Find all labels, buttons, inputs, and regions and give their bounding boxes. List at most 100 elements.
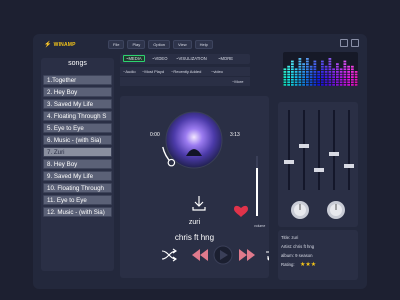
song-list-title: songs	[68, 60, 87, 67]
eq-slider-handle[interactable]	[329, 152, 339, 156]
visualizer-bar-segment	[306, 76, 309, 78]
visualizer-bar-segment	[317, 78, 320, 81]
heart-icon[interactable]	[234, 205, 248, 217]
app-brand-name: WINAMP	[53, 41, 76, 48]
list-item[interactable]: 1.Together	[43, 75, 112, 85]
visualizer-bar-segment	[324, 65, 328, 68]
knob-left[interactable]	[291, 201, 309, 219]
visualizer-bar-segment	[324, 78, 328, 81]
progress-handle[interactable]	[167, 158, 176, 167]
visualizer-bar-segment	[313, 65, 317, 68]
subnav-video[interactable]: ~video	[211, 69, 223, 74]
subnav-most-played[interactable]: ~Most Playd	[142, 69, 164, 74]
visualizer	[283, 52, 358, 86]
visualizer-bar-segment	[328, 65, 332, 68]
rewind-icon[interactable]	[192, 249, 208, 261]
visualizer-bar-segment	[298, 76, 302, 78]
visualizer-bar-segment	[302, 63, 305, 65]
menu-view[interactable]: View	[173, 40, 192, 49]
visualizer-bar-segment	[306, 58, 309, 60]
menu-help[interactable]: Help	[194, 40, 213, 49]
list-item[interactable]: 2. Hey Boy	[43, 87, 112, 97]
download-icon[interactable]	[192, 196, 206, 211]
eq-slider-track[interactable]	[318, 110, 320, 190]
visualizer-bar-segment	[351, 84, 354, 86]
track-info-panel: Title: zuri Artist: chris ft hng album: …	[278, 230, 358, 280]
visualizer-bar-segment	[321, 63, 324, 65]
visualizer-bar-segment	[351, 78, 354, 81]
title-bar: ⚡ WINAMP File Play Option View Help	[33, 34, 367, 54]
fast-forward-icon[interactable]	[239, 249, 255, 261]
visualizer-bar-segment	[343, 60, 347, 63]
list-item[interactable]: 11. Eye to Eye	[43, 195, 112, 205]
visualizer-bar-segment	[332, 78, 335, 81]
visualizer-bar-segment	[351, 71, 354, 73]
eq-slider-track[interactable]	[333, 110, 335, 190]
visualizer-bar-segment	[313, 73, 317, 76]
shuffle-icon[interactable]	[161, 248, 177, 262]
menu-file[interactable]: File	[108, 40, 125, 49]
visualizer-bar-segment	[336, 68, 339, 71]
eq-slider-track[interactable]	[288, 110, 290, 190]
visualizer-bar-segment	[351, 81, 354, 84]
tab-more[interactable]: ~MORE	[218, 56, 233, 61]
visualizer-bar-segment	[302, 78, 305, 81]
maximize-icon[interactable]	[351, 39, 359, 47]
eq-slider-track[interactable]	[348, 110, 350, 190]
volume-fill	[256, 168, 258, 216]
visualizer-bar-segment	[336, 78, 339, 81]
knob-right[interactable]	[327, 201, 345, 219]
visualizer-bar-segment	[328, 58, 332, 60]
menu-play[interactable]: Play	[127, 40, 146, 49]
list-item[interactable]: 6. Music - (with Sia)	[43, 135, 112, 145]
visualizer-bar-segment	[291, 73, 294, 76]
visualizer-bar-segment	[287, 84, 290, 86]
visualizer-bar-segment	[291, 78, 294, 81]
visualizer-bar-segment	[302, 71, 305, 73]
visualizer-bar-segment	[324, 73, 328, 76]
eq-slider-handle[interactable]	[344, 164, 354, 168]
visualizer-bar-segment	[354, 76, 358, 78]
subnav-audio[interactable]: ~Audio	[123, 69, 136, 74]
rating-stars[interactable]: ★★★	[300, 261, 316, 268]
visualizer-bar-segment	[354, 78, 358, 81]
visualizer-bar-segment	[347, 73, 350, 76]
visualizer-bar-segment	[298, 65, 302, 68]
app-window: ⚡ WINAMP File Play Option View Help ~MED…	[33, 34, 367, 289]
eq-slider-track[interactable]	[303, 110, 305, 190]
menu-option[interactable]: Option	[148, 40, 171, 49]
tab-video[interactable]: ~VIDEO	[152, 56, 167, 61]
tab-media[interactable]: ~MEDIA	[123, 55, 145, 62]
repeat-icon[interactable]	[266, 249, 269, 262]
eq-slider-handle[interactable]	[284, 160, 294, 164]
list-item[interactable]: 3. Saved My Life	[43, 99, 112, 109]
visualizer-bar-segment	[287, 68, 290, 71]
list-item[interactable]: 9. Saved My Life	[43, 171, 112, 181]
list-item[interactable]: 12. Music - (with Sia)	[43, 207, 112, 217]
visualizer-bar-segment	[287, 78, 290, 81]
subnav-more[interactable]: ~More	[232, 79, 243, 84]
list-item-active[interactable]: 7. Zuri	[43, 147, 112, 157]
visualizer-bar-segment	[291, 68, 294, 71]
visualizer-bars	[283, 58, 358, 86]
visualizer-bar-segment	[321, 76, 324, 78]
visualizer-bar-segment	[317, 76, 320, 78]
list-item[interactable]: 5. Eye to Eye	[43, 123, 112, 133]
visualizer-bar-segment	[294, 68, 298, 71]
minimize-icon[interactable]	[340, 39, 348, 47]
list-item[interactable]: 8. Hey Boy	[43, 159, 112, 169]
visualizer-bar-segment	[336, 65, 339, 68]
eq-slider-handle[interactable]	[299, 144, 309, 148]
visualizer-bar-segment	[298, 84, 302, 86]
list-item[interactable]: 10. Floating Through	[43, 183, 112, 193]
tab-visualization[interactable]: ~VISULIZATION	[176, 56, 207, 61]
visualizer-bar-segment	[324, 68, 328, 71]
visualizer-bar-segment	[324, 81, 328, 84]
visualizer-bar-segment	[291, 84, 294, 86]
visualizer-bar-segment	[302, 68, 305, 71]
eq-slider-handle[interactable]	[314, 168, 324, 172]
list-item[interactable]: 4. Floating Through S	[43, 111, 112, 121]
visualizer-bar-segment	[321, 84, 324, 86]
visualizer-bar-segment	[287, 65, 290, 68]
subnav-recently-added[interactable]: ~Recently Added	[171, 69, 201, 74]
